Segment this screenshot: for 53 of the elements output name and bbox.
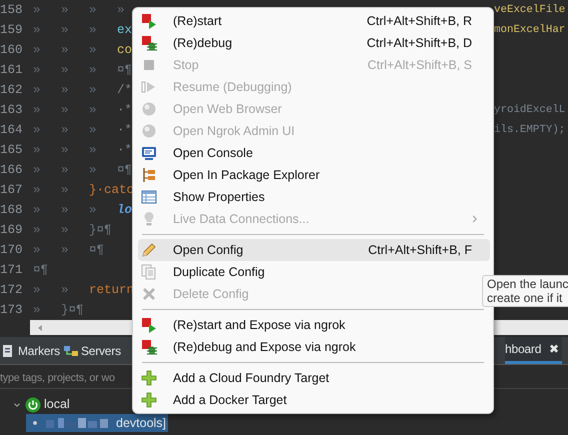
code-text: co <box>117 43 132 57</box>
line-number: 171 <box>0 262 24 279</box>
line-number: 158 <box>0 2 24 19</box>
line-number: 165 <box>0 142 24 159</box>
code-text: /* <box>117 83 132 97</box>
line-number: 163 <box>0 102 24 119</box>
code-text: ·* <box>117 123 132 137</box>
line-number: 162 <box>0 82 24 99</box>
server-name: local <box>44 396 70 414</box>
code-text: ¤¶ <box>117 163 132 177</box>
server-app-name: devtools] <box>116 414 166 432</box>
code-text: veExcelFile <box>494 3 566 18</box>
tab-marks: » » <box>33 183 70 197</box>
code-text: lo <box>117 203 132 217</box>
line-number: 161 <box>0 62 24 79</box>
line-number: 160 <box>0 42 24 59</box>
code-text: ex <box>117 23 132 37</box>
line-number: 173 <box>0 302 24 319</box>
tab-marks: » » » » <box>33 3 125 17</box>
code-text: ·* <box>117 143 132 157</box>
tooltip-text: create one if it <box>487 291 564 305</box>
code-text: }¤¶ <box>89 223 112 237</box>
tab-marks: » » <box>33 223 70 237</box>
line-number: 167 <box>0 182 24 199</box>
tab-marks: » » » <box>33 143 98 157</box>
tab-marks: » » <box>33 283 70 297</box>
code-text: ¤¶ <box>33 263 48 277</box>
line-number: 164 <box>0 122 24 139</box>
tab-marks: » <box>33 303 42 317</box>
tab-marks: » » <box>33 243 70 257</box>
tab-marks: » » » <box>33 103 98 117</box>
code-text: ¤¶ <box>89 243 104 257</box>
tab-marks: » » » <box>33 203 98 217</box>
line-number: 168 <box>0 202 24 219</box>
code-text: }¤¶ <box>61 303 84 317</box>
code-text: ils.EMPTY); <box>494 123 566 138</box>
code-text: ¤¶ <box>117 63 132 77</box>
line-number: 166 <box>0 162 24 179</box>
code-text: yroidExcelL <box>494 103 566 118</box>
code-text: monExcelHar <box>494 23 566 38</box>
tab-marks: » » » <box>33 23 98 37</box>
code-text: ·* <box>117 103 132 117</box>
tab-marks: » » » <box>33 83 98 97</box>
tab-marks: » » » <box>33 163 98 177</box>
line-number: 159 <box>0 22 24 39</box>
line-number: 170 <box>0 242 24 259</box>
code-text: }·catc <box>89 183 134 197</box>
line-number: 169 <box>0 222 24 239</box>
tab-marks: » » » <box>33 123 98 137</box>
line-number: 172 <box>0 282 24 299</box>
tab-marks: » » » <box>33 63 98 77</box>
tooltip-text: Open the launc <box>487 277 568 291</box>
tab-marks: » » » <box>33 43 98 57</box>
